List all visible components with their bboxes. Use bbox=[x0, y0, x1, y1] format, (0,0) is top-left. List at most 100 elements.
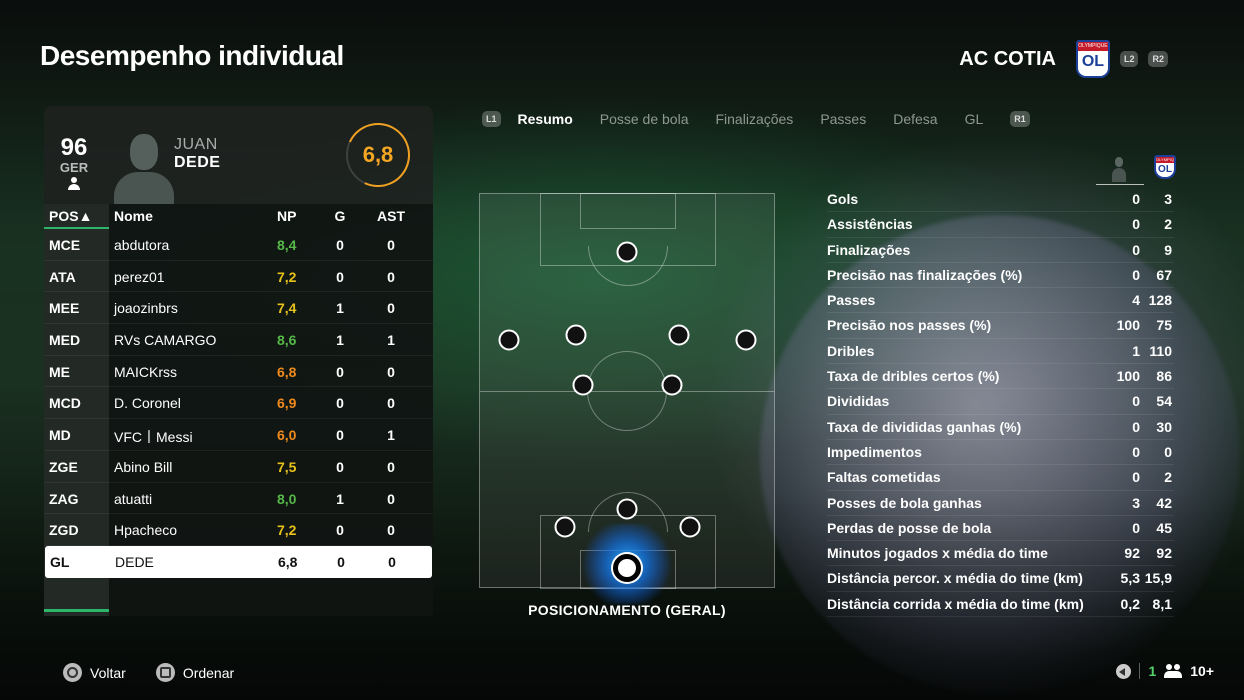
stat-row: Perdas de posse de bola 0 45 bbox=[827, 516, 1174, 542]
stat-team-value: 42 bbox=[1156, 494, 1172, 511]
player-first-name: JUAN bbox=[174, 136, 218, 153]
crest-top-text: OLYMPIQUE LYONNAIS bbox=[1077, 42, 1108, 58]
l1-button[interactable]: L1 bbox=[482, 111, 501, 127]
header-np[interactable]: NP bbox=[277, 208, 301, 224]
players-table: POS▲ Nome NP G AST MCE abdutora 8,4 0 0 ATA pe… bbox=[44, 204, 433, 616]
row-pos: ME bbox=[49, 363, 70, 380]
person-icon bbox=[67, 177, 81, 191]
row-goals: 0 bbox=[336, 522, 344, 539]
row-name: atuatti bbox=[114, 490, 153, 507]
player-dot bbox=[679, 516, 701, 538]
stat-player-value: 0 bbox=[1132, 191, 1140, 207]
stat-label: Divididas bbox=[827, 393, 890, 410]
row-name: VFC丨Messi bbox=[114, 429, 193, 446]
stat-label: Finalizações bbox=[827, 241, 911, 258]
tab-gl[interactable]: GL bbox=[965, 111, 984, 127]
tab-finalizacoes[interactable]: Finalizações bbox=[715, 111, 793, 127]
row-goals: 1 bbox=[336, 300, 344, 317]
square-button-icon[interactable] bbox=[155, 663, 175, 682]
stat-row: Divididas 0 54 bbox=[827, 389, 1174, 415]
row-goals: 0 bbox=[336, 395, 344, 412]
table-row[interactable]: MEE joaozinbrs 7,4 1 0 bbox=[44, 292, 433, 325]
stat-row: Assistências 0 2 bbox=[827, 212, 1174, 238]
row-goals: 0 bbox=[336, 458, 344, 475]
stat-team-value: 8,1 bbox=[1152, 595, 1172, 612]
stat-label: Posses de bola ganhas bbox=[827, 494, 982, 511]
row-assists: 0 bbox=[387, 237, 395, 253]
row-rating: 8,4 bbox=[277, 237, 297, 253]
header-ast[interactable]: AST bbox=[377, 208, 405, 224]
stat-player-value: 100 bbox=[1116, 368, 1140, 385]
stat-team-value: 54 bbox=[1156, 393, 1172, 410]
player-dot bbox=[616, 498, 638, 520]
table-header: POS▲ Nome NP G AST bbox=[44, 204, 433, 229]
stats-column-headers: OLYMPIQUE LYONNAIS OL bbox=[1096, 155, 1176, 185]
stat-player-value: 100 bbox=[1116, 317, 1140, 334]
stat-player-value: 0 bbox=[1132, 443, 1140, 460]
back-label[interactable]: Voltar bbox=[90, 665, 126, 681]
divider bbox=[1139, 663, 1141, 679]
row-name: D. Coronel bbox=[114, 395, 181, 412]
stat-row: Passes 4 128 bbox=[827, 288, 1174, 314]
players-count: 10+ bbox=[1190, 663, 1214, 679]
stat-player-value: 0 bbox=[1132, 418, 1140, 435]
table-row[interactable]: ZAG atuatti 8,0 1 0 bbox=[44, 483, 433, 515]
table-row[interactable]: ME MAICKrss 6,8 0 0 bbox=[44, 356, 433, 388]
crest-monogram: OL bbox=[1081, 53, 1105, 70]
table-row[interactable]: GL DEDE 6,8 0 0 bbox=[45, 545, 432, 578]
overall-position: GER bbox=[59, 160, 89, 175]
row-name: DEDE bbox=[115, 553, 154, 570]
table-row[interactable]: ZGD Hpacheco 7,2 0 0 bbox=[44, 514, 433, 546]
stat-player-value: 92 bbox=[1124, 545, 1140, 562]
stat-row: Precisão nas finalizações (%) 0 67 bbox=[827, 263, 1174, 289]
tab-resumo[interactable]: Resumo bbox=[518, 111, 573, 127]
row-rating: 6,8 bbox=[278, 553, 298, 570]
player-dot bbox=[735, 329, 757, 351]
top-goal-box bbox=[580, 193, 676, 229]
table-row[interactable]: MD VFC丨Messi 6,0 0 1 bbox=[44, 419, 433, 451]
player-rating: 6,8 bbox=[336, 113, 420, 197]
table-row[interactable]: MCD D. Coronel 6,9 0 0 bbox=[44, 387, 433, 420]
tab-passes[interactable]: Passes bbox=[820, 111, 866, 127]
row-goals: 0 bbox=[336, 363, 344, 380]
row-goals: 1 bbox=[336, 332, 344, 349]
tab-posse-de-bola[interactable]: Posse de bola bbox=[600, 111, 689, 127]
table-row[interactable]: ATA perez01 7,2 0 0 bbox=[44, 261, 433, 293]
table-row[interactable]: MED RVs CAMARGO 8,6 1 1 bbox=[44, 324, 433, 356]
stat-row: Distância percor. x média do time (km) 5,… bbox=[827, 566, 1174, 592]
row-assists: 0 bbox=[388, 553, 396, 570]
table-row[interactable]: MCE abdutora 8,4 0 0 bbox=[44, 229, 433, 261]
row-pos: GL bbox=[50, 553, 70, 570]
stats-tabs: L1 Resumo Posse de bola Finalizações Pas… bbox=[482, 111, 1030, 127]
stat-team-value: 75 bbox=[1156, 317, 1172, 334]
stat-row: Faltas cometidas 0 2 bbox=[827, 465, 1174, 491]
stat-player-value: 0 bbox=[1132, 216, 1140, 233]
row-name: MAICKrss bbox=[114, 363, 177, 380]
stat-team-value: 2 bbox=[1164, 216, 1172, 233]
header-name[interactable]: Nome bbox=[114, 208, 153, 224]
stat-row: Finalizações 0 9 bbox=[827, 238, 1174, 263]
row-assists: 0 bbox=[387, 490, 395, 507]
circle-button-icon[interactable] bbox=[63, 663, 82, 682]
row-rating: 7,5 bbox=[277, 458, 297, 475]
row-assists: 1 bbox=[387, 332, 395, 349]
l2-button[interactable]: L2 bbox=[1119, 51, 1139, 67]
r1-button[interactable]: R1 bbox=[1010, 111, 1030, 127]
player-name: JUAN DEDE bbox=[174, 136, 220, 172]
stat-player-value: 5,3 bbox=[1120, 570, 1140, 587]
r2-button[interactable]: R2 bbox=[1148, 51, 1168, 67]
stat-player-value: 3 bbox=[1132, 494, 1140, 511]
header-pos[interactable]: POS▲ bbox=[49, 208, 92, 224]
row-goals: 0 bbox=[337, 553, 345, 570]
tab-defesa[interactable]: Defesa bbox=[893, 111, 937, 127]
table-row[interactable]: ZGE Abino Bill 7,5 0 0 bbox=[44, 451, 433, 483]
stat-label: Assistências bbox=[827, 216, 913, 233]
header-g[interactable]: G bbox=[334, 208, 346, 224]
stat-row: Distância corrida x média do time (km) 0,… bbox=[827, 592, 1174, 618]
row-assists: 0 bbox=[387, 363, 395, 380]
stat-row: Gols 0 3 bbox=[827, 187, 1174, 213]
overall-value: 96 bbox=[60, 134, 88, 161]
stat-player-value: 0 bbox=[1132, 393, 1140, 410]
row-name: RVs CAMARGO bbox=[114, 332, 217, 349]
sort-label[interactable]: Ordenar bbox=[183, 665, 234, 681]
